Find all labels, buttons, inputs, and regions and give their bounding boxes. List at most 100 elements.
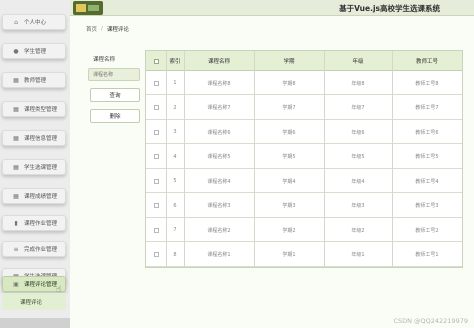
sidebar-item-label: 完成作业管理 (24, 247, 58, 253)
comment-table: 索引 课程名称 学期 年级 教师工号 1 课程名称8 学期8 年级8 教师工号8 2 课程名… (145, 50, 463, 268)
table-row[interactable]: 2 课程名称7 学期7 年级7 教师工号7 (146, 96, 462, 120)
cell-course: 课程名称6 (207, 129, 231, 136)
row-checkbox[interactable] (146, 145, 166, 169)
breadcrumb-separator: / (101, 26, 103, 32)
grid-icon: ▦ (13, 192, 19, 200)
column-header-term: 学期 (283, 59, 295, 65)
cell-term: 学期5 (282, 154, 296, 160)
row-checkbox[interactable] (146, 169, 166, 193)
logo-icon (73, 1, 103, 15)
cell-course: 课程名称5 (207, 154, 231, 160)
sidebar-item-1[interactable]: ● 学生管理 (2, 43, 66, 59)
sidebar-item-6[interactable]: ▦ 课程成绩管理 (2, 188, 66, 204)
grid-icon: ▦ (13, 76, 19, 84)
cell-grade: 年级4 (351, 178, 365, 185)
cell-index: 4 (173, 153, 177, 160)
cell-index: 8 (173, 251, 177, 258)
row-checkbox[interactable] (146, 96, 166, 120)
grid-icon: ▦ (13, 105, 19, 113)
course-name-search-input[interactable] (88, 68, 140, 81)
cell-course: 课程名称3 (207, 203, 231, 209)
user-icon: ● (13, 47, 19, 55)
cell-term: 学期6 (282, 129, 296, 136)
sidebar-item-8[interactable]: ≡ 完成作业管理 (2, 241, 66, 257)
cell-teacher: 教师工号1 (415, 252, 439, 258)
cell-teacher: 教师工号7 (415, 105, 439, 111)
sidebar-item-4[interactable]: ▦ 课程信息管理 (2, 130, 66, 146)
table-row[interactable]: 1 课程名称8 学期8 年级8 教师工号8 (146, 71, 462, 95)
breadcrumb-home[interactable]: 首页 (86, 25, 97, 33)
sidebar-item-7[interactable]: ▮ 课程作业管理 (2, 215, 66, 231)
breadcrumb: 首页 / 课程评论 (86, 23, 129, 35)
row-checkbox[interactable] (146, 194, 166, 218)
cell-index: 2 (173, 104, 177, 111)
breadcrumb-current: 课程评论 (106, 27, 129, 33)
cell-index: 1 (173, 80, 177, 86)
cell-teacher: 教师工号5 (415, 154, 439, 160)
cell-teacher: 教师工号3 (415, 203, 439, 209)
cell-grade: 年级2 (351, 227, 365, 234)
sidebar-item-label: 课程评论管理 (24, 282, 58, 288)
cell-term: 学期8 (282, 80, 296, 87)
cell-course: 课程名称2 (207, 227, 231, 234)
delete-button[interactable]: 删除 (90, 109, 140, 123)
cell-teacher: 教师工号2 (415, 227, 439, 234)
column-header-index: 索引 (169, 59, 181, 65)
cell-teacher: 教师工号4 (415, 178, 439, 185)
table-row[interactable]: 5 课程名称4 学期4 年级4 教师工号4 (146, 169, 462, 193)
sidebar-item-label: 课程成绩管理 (24, 194, 58, 200)
doc-icon: ▣ (13, 280, 19, 288)
sidebar-item-label: 课程信息管理 (24, 136, 58, 142)
table-row[interactable]: 8 课程名称1 学期1 年级1 教师工号1 (146, 243, 462, 267)
cell-grade: 年级5 (351, 154, 365, 160)
cell-term: 学期7 (282, 105, 296, 111)
cell-index: 6 (173, 202, 177, 209)
select-all-checkbox[interactable] (146, 51, 166, 71)
table-row[interactable]: 6 课程名称3 学期3 年级3 教师工号3 (146, 194, 462, 218)
cell-term: 学期2 (282, 227, 296, 234)
top-header: 基于Vue.js高校学生选课系统 (70, 0, 474, 16)
table-row[interactable]: 7 课程名称2 学期2 年级2 教师工号2 (146, 218, 462, 242)
sidebar-subitem-label: 课程评论 (20, 299, 43, 306)
system-title: 基于Vue.js高校学生选课系统 (339, 4, 440, 13)
cell-term: 学期1 (282, 252, 296, 258)
cell-index: 7 (173, 227, 177, 233)
table-row[interactable]: 4 课程名称5 学期5 年级5 教师工号5 (146, 145, 462, 169)
cell-teacher: 教师工号8 (415, 80, 439, 87)
home-icon: ⌂ (14, 18, 18, 26)
table-row[interactable]: 3 课程名称6 学期6 年级6 教师工号6 (146, 120, 462, 144)
sidebar-item-label: 个人中心 (24, 20, 47, 26)
cell-course: 课程名称1 (207, 252, 231, 258)
sidebar-footer (0, 318, 70, 328)
cell-grade: 年级3 (351, 203, 365, 209)
cell-course: 课程名称7 (207, 105, 231, 111)
search-label: 课程名称 (93, 57, 116, 63)
sidebar-item-label: 学生管理 (24, 49, 47, 55)
cell-teacher: 教师工号6 (415, 129, 439, 136)
sidebar-item-0[interactable]: ⌂ 个人中心 (2, 14, 66, 30)
row-checkbox[interactable] (146, 120, 166, 144)
cell-grade: 年级8 (351, 80, 365, 87)
column-header-course: 课程名称 (207, 59, 230, 65)
sidebar-item-label: 课程作业管理 (24, 221, 58, 227)
sidebar-item-label: 课程类型管理 (24, 107, 58, 113)
cell-index: 3 (173, 129, 177, 135)
row-checkbox[interactable] (146, 218, 166, 242)
sidebar-item-2[interactable]: ▦ 教师管理 (2, 72, 66, 88)
table-header: 索引 课程名称 学期 年级 教师工号 (146, 51, 462, 71)
query-button[interactable]: 查询 (90, 88, 140, 102)
sidebar-subitem-course-comment[interactable]: 课程评论 (2, 293, 66, 310)
cell-term: 学期3 (282, 203, 296, 209)
column-header-grade: 年级 (352, 59, 364, 65)
cell-index: 5 (173, 178, 177, 184)
list-icon: ≡ (13, 245, 19, 253)
column-header-teacher: 教师工号 (415, 59, 438, 65)
sidebar-item-3[interactable]: ▦ 课程类型管理 (2, 101, 66, 117)
sidebar-item-label: 教师管理 (24, 78, 47, 84)
row-checkbox[interactable] (146, 243, 166, 267)
sidebar-item-5[interactable]: ▦ 学生选课管理 (2, 159, 66, 175)
mouse-cursor-icon: ☝ (56, 285, 62, 295)
row-checkbox[interactable] (146, 71, 166, 95)
cell-course: 课程名称8 (207, 80, 231, 87)
chart-icon: ▮ (14, 219, 18, 227)
